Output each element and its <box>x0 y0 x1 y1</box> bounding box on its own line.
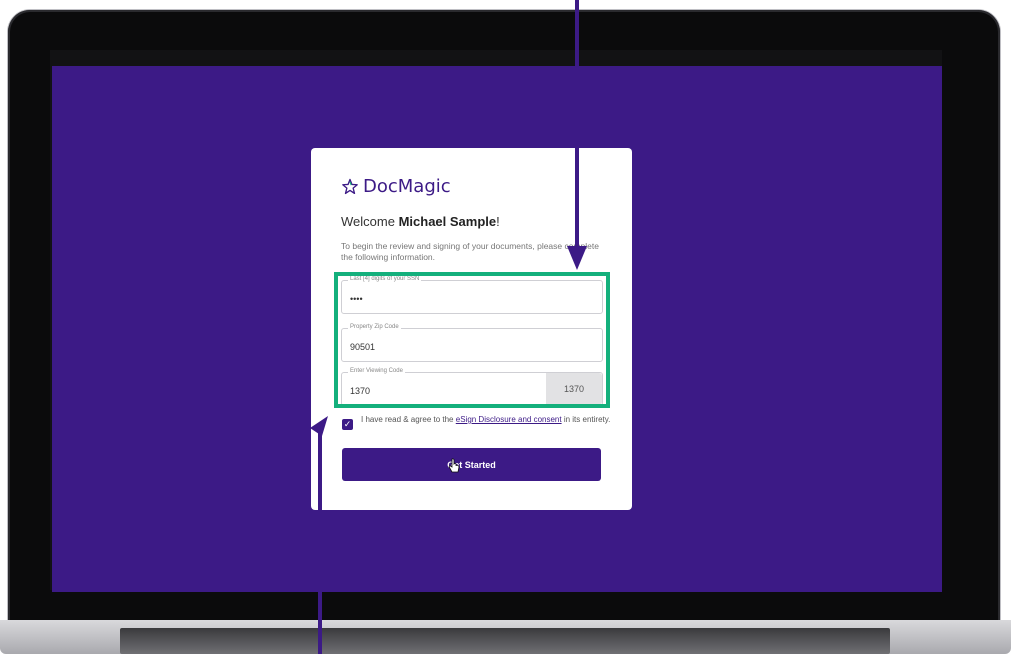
consent-checkbox[interactable]: ✓ <box>342 419 353 430</box>
welcome-suffix: ! <box>496 214 500 229</box>
star-logo-icon <box>342 178 358 194</box>
consent-text-after: in its entirety. <box>563 415 611 424</box>
logo: DocMagic <box>341 176 451 197</box>
hand-cursor-icon <box>448 458 460 473</box>
brand-name: DocMagic <box>363 176 451 197</box>
highlight-box <box>334 272 610 408</box>
welcome-heading: Welcome Michael Sample! <box>341 214 500 229</box>
laptop-base-notch <box>120 628 890 654</box>
consent-text-before: I have read & agree to the <box>361 415 454 424</box>
user-name: Michael Sample <box>398 214 497 229</box>
welcome-prefix: Welcome <box>341 214 395 229</box>
arrow-up-icon <box>310 416 328 654</box>
consent-text: I have read & agree to the eSign Disclos… <box>361 415 611 425</box>
arrow-down-icon <box>567 0 587 270</box>
esign-disclosure-link[interactable]: eSign Disclosure and consent <box>456 415 562 424</box>
get-started-button[interactable]: Get Started <box>342 448 601 481</box>
